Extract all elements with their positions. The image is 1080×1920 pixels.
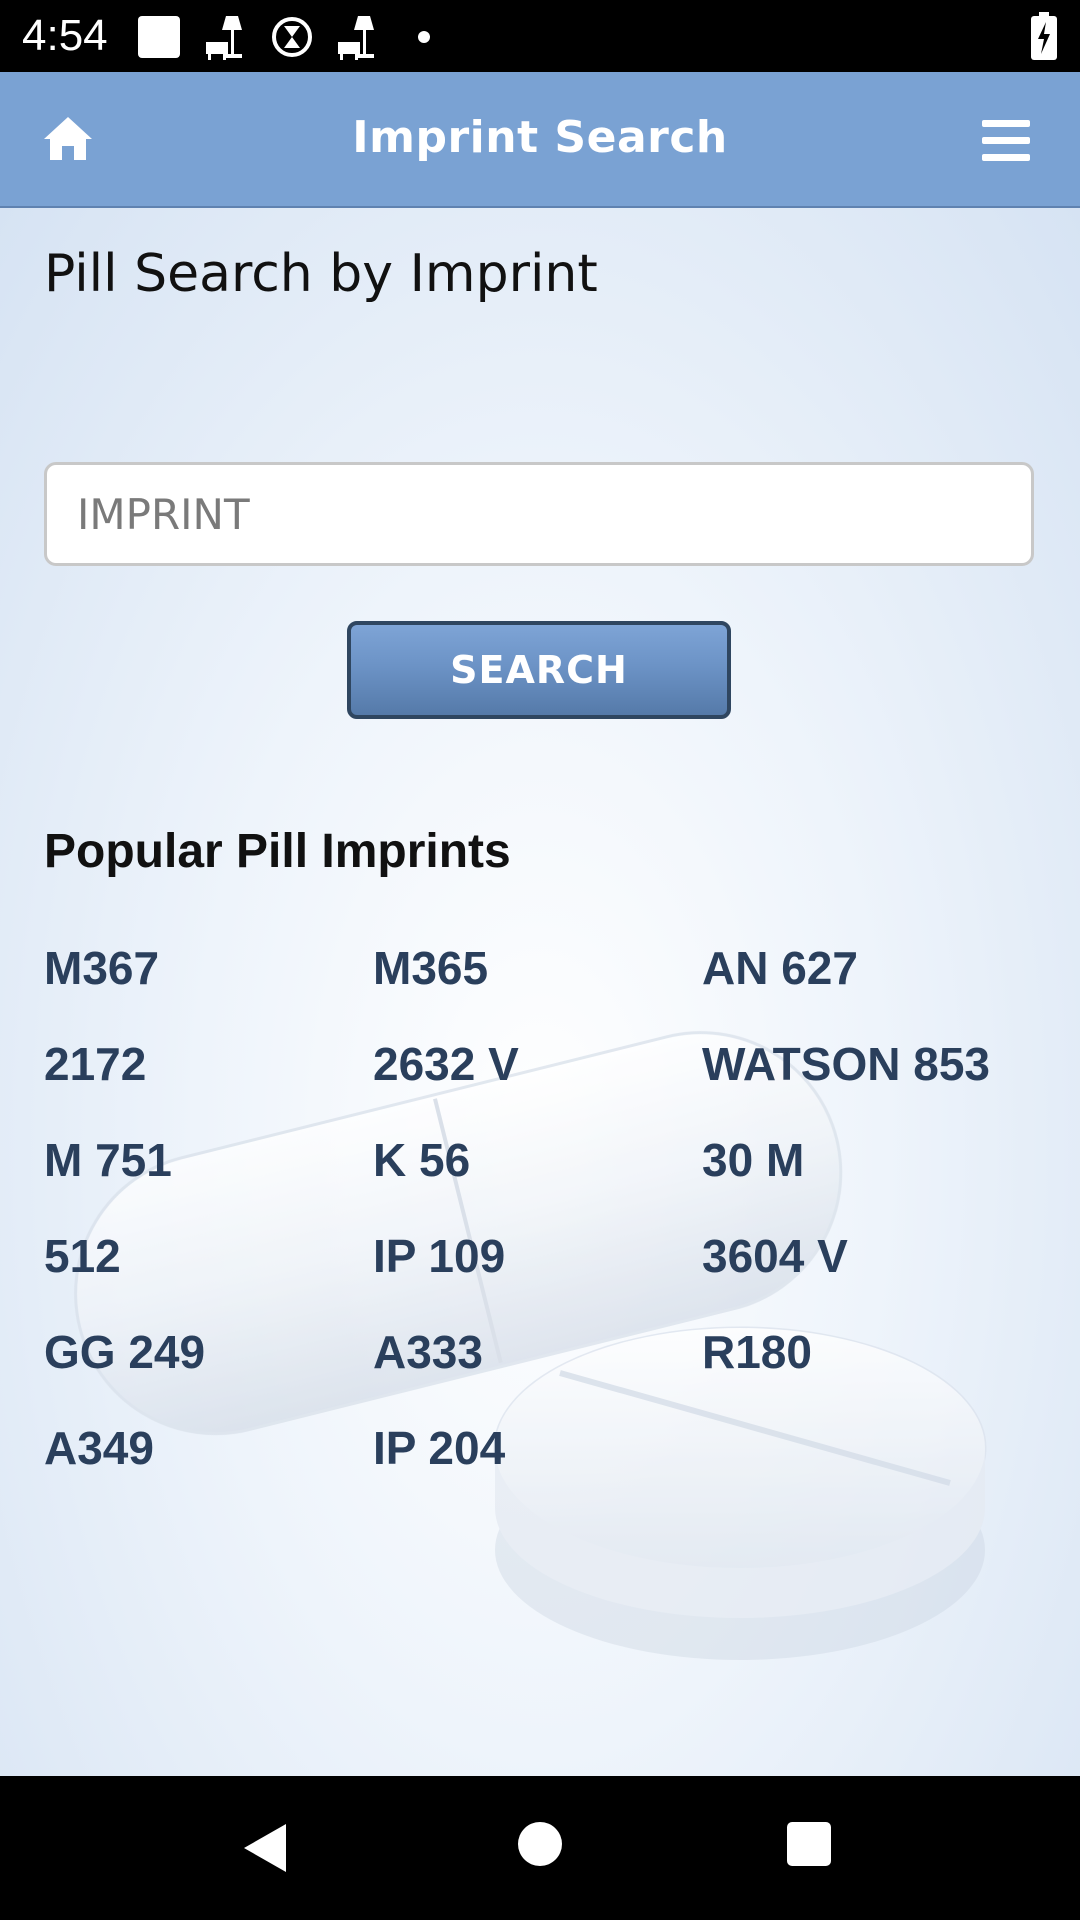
popular-imprint-link[interactable]: R180 [702,1325,812,1379]
popular-imprint-link[interactable]: WATSON 853 [702,1037,990,1091]
battery-charging-icon [1031,12,1057,60]
recents-square-icon[interactable] [785,1820,833,1868]
system-nav-bar [0,1776,1080,1920]
app-bar: Imprint Search [0,72,1080,208]
popular-imprint-link[interactable]: K 56 [373,1133,470,1187]
popular-imprint-link[interactable]: IP 204 [373,1421,505,1475]
popular-imprint-link[interactable]: 3604 V [702,1229,848,1283]
popular-imprint-link[interactable]: M365 [373,941,488,995]
hamburger-menu-icon[interactable] [982,120,1030,162]
popular-imprint-link[interactable]: IP 109 [373,1229,505,1283]
popular-imprint-link[interactable]: AN 627 [702,941,858,995]
pill-background-illustration [74,1031,987,1660]
status-time: 4:54 [22,11,108,60]
notification-square-icon [138,16,180,58]
popular-imprint-link[interactable]: GG 249 [44,1325,205,1379]
home-circle-icon[interactable] [516,1820,564,1868]
popular-imprint-link[interactable]: A333 [373,1325,483,1379]
popular-imprint-link[interactable]: 512 [44,1229,121,1283]
popular-imprint-link[interactable]: 30 M [702,1133,804,1187]
imprint-search-input[interactable] [44,462,1034,566]
popular-imprint-link[interactable]: A349 [44,1421,154,1475]
popular-imprint-link[interactable]: 2632 V [373,1037,519,1091]
app-bar-title: Imprint Search [352,112,728,163]
status-bar: 4:54 [0,0,1080,72]
lamp-icon [206,16,242,60]
lamp-icon [338,16,374,60]
dot-icon [418,31,430,43]
search-button[interactable]: SEARCH [347,621,731,719]
popular-imprint-link[interactable]: M 751 [44,1133,172,1187]
timer-icon [272,17,312,57]
popular-imprint-link[interactable]: M367 [44,941,159,995]
back-triangle-icon[interactable] [240,1820,290,1876]
popular-imprint-link[interactable]: 2172 [44,1037,146,1091]
popular-imprints-heading: Popular Pill Imprints [44,825,511,878]
screen: 4:54 Imprint Search Pill Search by Impri… [0,0,1080,1920]
page-heading: Pill Search by Imprint [44,244,598,304]
main-content: Pill Search by Imprint SEARCH Popular Pi… [0,208,1080,1776]
